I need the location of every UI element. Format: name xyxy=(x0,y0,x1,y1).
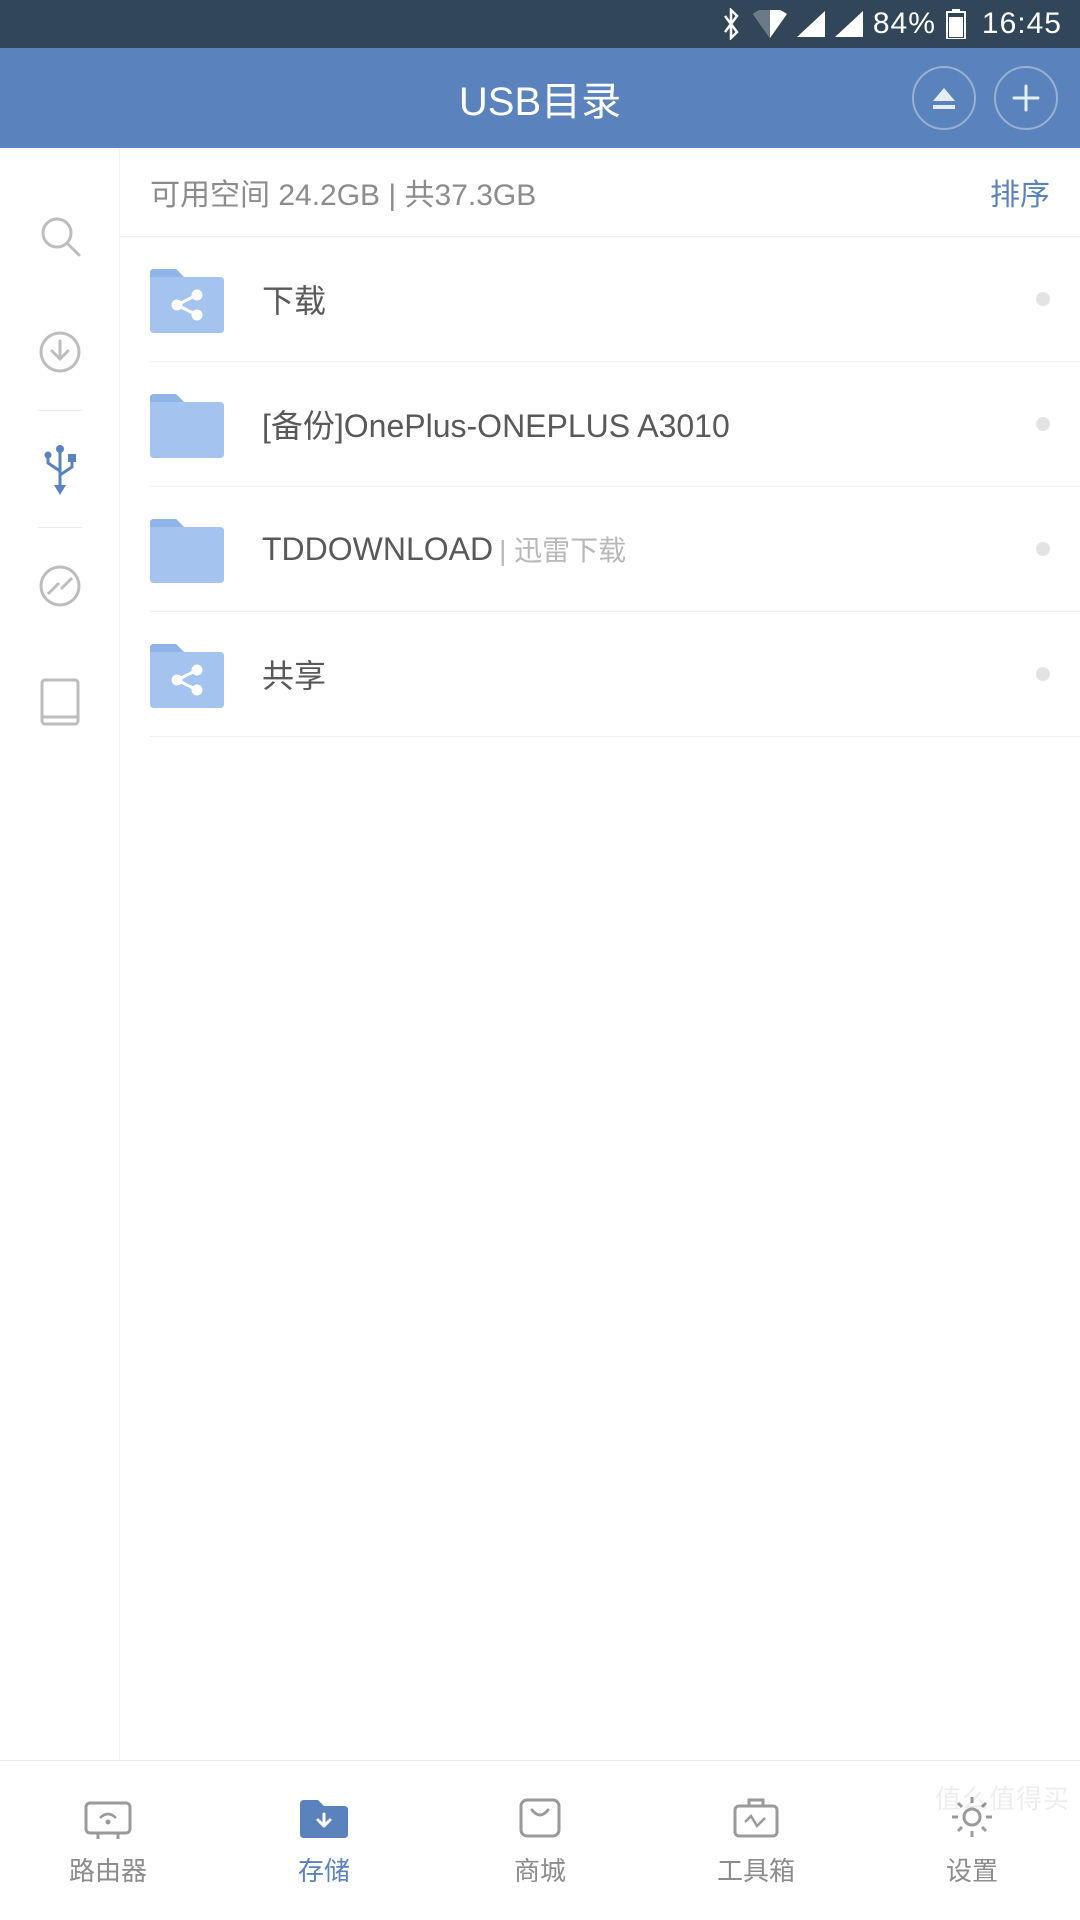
folder-name: TDDOWNLOAD xyxy=(262,531,493,568)
sidebar xyxy=(0,148,120,1760)
folder-labels: 下载 xyxy=(262,276,1022,322)
sidebar-item-tablet[interactable] xyxy=(0,644,119,760)
storage-info-row: 可用空间 24.2GB | 共37.3GB 排序 xyxy=(120,148,1080,237)
folder-labels: 共享 xyxy=(262,651,1022,697)
signal-1-icon xyxy=(797,11,825,37)
storage-folder-icon xyxy=(296,1793,352,1841)
more-dot-icon[interactable] xyxy=(1036,292,1050,306)
eject-button[interactable] xyxy=(912,66,976,130)
gear-icon xyxy=(944,1793,1000,1841)
plus-icon xyxy=(1010,82,1042,114)
battery-percent: 84% xyxy=(873,7,936,41)
sidebar-item-usb[interactable] xyxy=(0,411,119,527)
more-dot-icon[interactable] xyxy=(1036,667,1050,681)
tablet-icon xyxy=(39,677,81,727)
nav-label: 工具箱 xyxy=(717,1851,795,1888)
sort-link[interactable]: 排序 xyxy=(990,170,1050,214)
nav-label: 路由器 xyxy=(69,1851,147,1888)
folder-row[interactable]: [备份]OnePlus-ONEPLUS A3010 xyxy=(150,362,1080,487)
folder-row[interactable]: TDDOWNLOAD | 迅雷下载 xyxy=(150,487,1080,612)
blocked-icon xyxy=(37,563,83,609)
main-panel: 可用空间 24.2GB | 共37.3GB 排序 下载 [备份]OnePlus-… xyxy=(120,148,1080,1760)
folder-name: 共享 xyxy=(262,651,326,697)
folder-sublabel: | 迅雷下载 xyxy=(499,529,626,569)
folder-labels: [备份]OnePlus-ONEPLUS A3010 xyxy=(262,401,1022,447)
folder-icon xyxy=(150,390,224,458)
nav-item-toolbox[interactable]: 工具箱 xyxy=(648,1761,864,1920)
sidebar-item-search[interactable] xyxy=(0,178,119,294)
bluetooth-icon xyxy=(719,8,743,40)
folder-name: 下载 xyxy=(262,276,326,322)
nav-item-settings[interactable]: 设置 xyxy=(864,1761,1080,1920)
folder-share-icon xyxy=(150,640,224,708)
bottom-nav: 路由器 存储 商城 工具箱 设置 xyxy=(0,1760,1080,1920)
more-dot-icon[interactable] xyxy=(1036,417,1050,431)
folder-share-icon xyxy=(150,265,224,333)
status-bar: 84% 16:45 xyxy=(0,0,1080,48)
router-icon xyxy=(80,1793,136,1841)
nav-label: 商城 xyxy=(514,1851,566,1888)
battery-icon xyxy=(946,9,966,39)
download-circle-icon xyxy=(37,329,83,375)
folder-name: [备份]OnePlus-ONEPLUS A3010 xyxy=(262,401,730,447)
folder-row[interactable]: 下载 xyxy=(150,237,1080,362)
folder-list: 下载 [备份]OnePlus-ONEPLUS A3010 TDDOWNLOA xyxy=(120,237,1080,737)
sidebar-item-download[interactable] xyxy=(0,294,119,410)
more-dot-icon[interactable] xyxy=(1036,542,1050,556)
toolbox-icon xyxy=(728,1793,784,1841)
header-actions xyxy=(912,66,1058,130)
add-button[interactable] xyxy=(994,66,1058,130)
nav-label: 设置 xyxy=(946,1851,998,1888)
nav-label: 存储 xyxy=(298,1851,350,1888)
storage-text: 可用空间 24.2GB | 共37.3GB xyxy=(150,170,536,214)
nav-item-storage[interactable]: 存储 xyxy=(216,1761,432,1920)
folder-labels: TDDOWNLOAD | 迅雷下载 xyxy=(262,529,1022,569)
eject-icon xyxy=(929,83,959,113)
clock-text: 16:45 xyxy=(982,7,1062,41)
folder-icon xyxy=(150,515,224,583)
shopping-bag-icon xyxy=(512,1793,568,1841)
search-icon xyxy=(37,213,83,259)
signal-2-icon xyxy=(835,11,863,37)
nav-item-router[interactable]: 路由器 xyxy=(0,1761,216,1920)
page-title: USB目录 xyxy=(459,69,621,127)
folder-row[interactable]: 共享 xyxy=(150,612,1080,737)
wifi-icon xyxy=(753,10,787,38)
app-header: USB目录 xyxy=(0,48,1080,148)
nav-item-mall[interactable]: 商城 xyxy=(432,1761,648,1920)
usb-icon xyxy=(37,443,83,495)
sidebar-item-blocked[interactable] xyxy=(0,528,119,644)
